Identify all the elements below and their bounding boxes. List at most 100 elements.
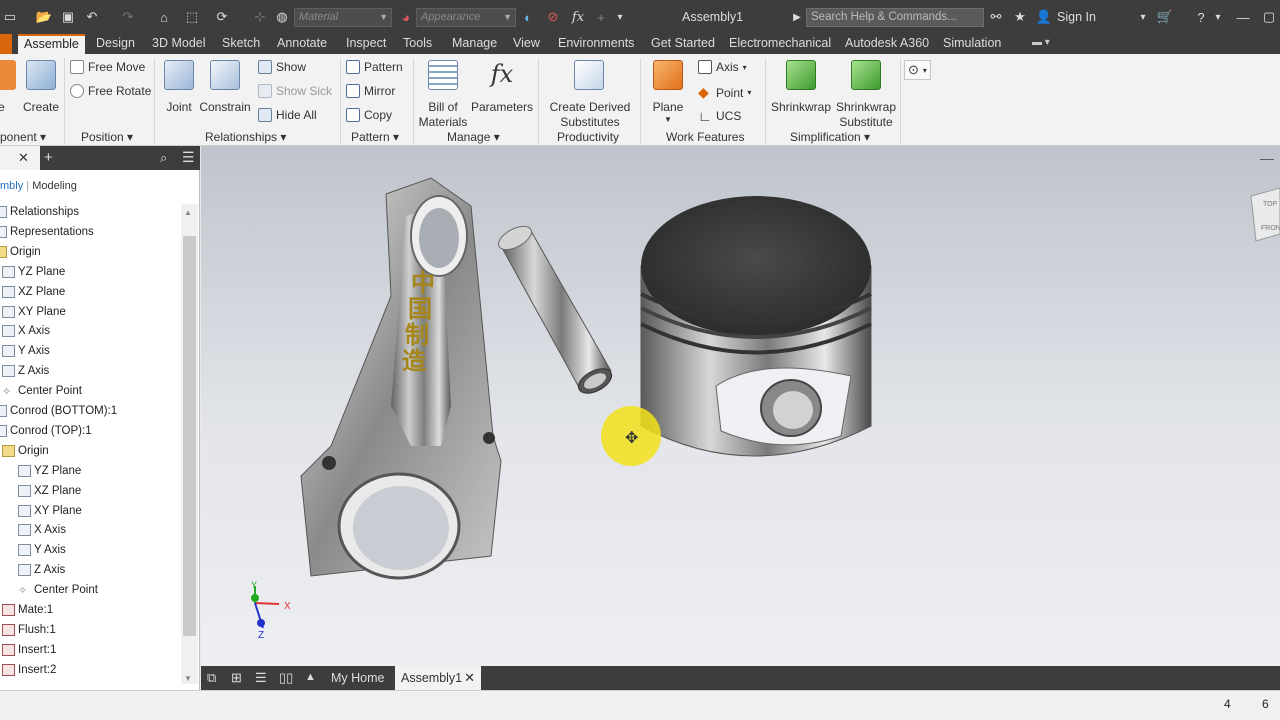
tab-view[interactable]: View — [511, 34, 542, 54]
show-sick-button[interactable]: Show Sick — [258, 84, 332, 98]
clear-icon[interactable]: ⊘ — [545, 8, 561, 26]
bill-of-materials-button[interactable]: Bill of Materials — [416, 60, 470, 129]
minimize-icon[interactable]: — — [1236, 8, 1250, 26]
chevron-down-icon[interactable]: ▾ — [1138, 8, 1148, 26]
material-globe-icon[interactable]: ◍ — [274, 8, 290, 26]
ribbon-options-icon[interactable]: ▬ ▾ — [1030, 34, 1058, 54]
tree-item[interactable]: X Axis — [18, 524, 66, 537]
mode-assembly[interactable]: mbly — [0, 180, 23, 192]
tree-item[interactable]: Z Axis — [2, 365, 49, 378]
arrange-icon[interactable]: ▲ — [305, 671, 316, 683]
open-icon[interactable]: 📂 — [36, 8, 52, 26]
hide-all-button[interactable]: Hide All — [258, 108, 317, 122]
group-relationships-label[interactable]: Relationships ▾ — [205, 130, 286, 144]
tree-item[interactable]: Relationships — [0, 206, 79, 218]
constrain-button[interactable]: Constrain — [198, 60, 252, 118]
search-icon[interactable]: ⌕ — [160, 150, 167, 166]
tree-item[interactable]: Origin — [2, 444, 49, 457]
tree-item[interactable]: YZ Plane — [18, 464, 81, 477]
create-button[interactable]: Create — [22, 60, 60, 118]
save-icon[interactable]: ▣ — [60, 8, 76, 26]
group-manage-label[interactable]: Manage ▾ — [447, 130, 500, 144]
viewport-minimize-icon[interactable]: — — [1260, 150, 1274, 166]
tree-item[interactable]: ✧ Center Point — [18, 584, 98, 597]
shrinkwrap-substitute-button[interactable]: Shrinkwrap Substitute — [834, 60, 898, 129]
mode-modeling[interactable]: Modeling — [32, 180, 77, 192]
tree-item[interactable]: XY Plane — [18, 504, 82, 517]
update-icon[interactable]: ⟳ — [214, 8, 230, 26]
user-icon[interactable]: 👤 — [1036, 8, 1052, 26]
undo-icon[interactable]: ↶ — [84, 8, 100, 26]
select-icon[interactable]: ⬚ — [184, 8, 200, 26]
tree-item[interactable]: Conrod (BOTTOM):1 — [0, 405, 117, 417]
tree-item[interactable]: Insert:1 — [2, 643, 56, 656]
scroll-up-icon[interactable]: ▲ — [184, 208, 192, 217]
tab-tools[interactable]: Tools — [401, 34, 434, 54]
mirror-button[interactable]: Mirror — [346, 84, 395, 98]
tab-simulation[interactable]: Simulation — [941, 34, 1003, 54]
close-icon[interactable]: ✕ — [464, 666, 475, 690]
group-position-label[interactable]: Position ▾ — [81, 130, 133, 144]
piston[interactable] — [640, 196, 872, 457]
show-button[interactable]: Show — [258, 60, 306, 74]
appearance-icon[interactable]: ◕ — [397, 8, 415, 26]
tile-vertical-icon[interactable]: ▯▯ — [279, 670, 293, 686]
tree-item[interactable]: YZ Plane — [2, 265, 65, 278]
signin-link[interactable]: Sign In — [1057, 10, 1096, 24]
piston-pin[interactable] — [495, 222, 616, 399]
home-icon[interactable]: ⌂ — [156, 8, 172, 26]
tree-item[interactable]: Z Axis — [18, 564, 65, 577]
view-cube[interactable]: TOP FRONT — [1250, 187, 1280, 242]
tab-assemble[interactable]: Assemble — [18, 34, 85, 54]
tree-item[interactable]: Insert:2 — [2, 663, 56, 676]
tile-horizontal-icon[interactable]: ☰ — [255, 670, 267, 686]
tree-item[interactable]: Conrod (TOP):1 — [0, 424, 92, 437]
connecting-rod[interactable] — [300, 177, 502, 580]
free-rotate-button[interactable]: Free Rotate — [70, 84, 151, 98]
tab-manage[interactable]: Manage — [450, 34, 499, 54]
redo-icon[interactable]: ↷ — [120, 8, 136, 26]
scroll-down-icon[interactable]: ▼ — [184, 674, 192, 683]
tree-item[interactable]: X Axis — [2, 325, 50, 338]
ribbon-more-dropdown[interactable]: ⊙ ▾ — [904, 60, 931, 80]
adjust-icon[interactable]: ◐ — [520, 8, 536, 26]
customize-icon[interactable]: ▾ — [614, 8, 626, 26]
cart-icon[interactable]: 🛒 — [1156, 8, 1174, 26]
tree-item[interactable]: Representations — [0, 225, 94, 238]
menu-icon[interactable]: ☰ — [182, 149, 195, 166]
tile-icon[interactable]: ⊞ — [231, 670, 242, 686]
search-input[interactable]: Search Help & Commands... — [806, 8, 984, 27]
new-icon[interactable]: ▭ — [2, 8, 18, 26]
tab-design[interactable]: Design — [94, 34, 137, 54]
point-button[interactable]: ◆ Point ▾ — [698, 84, 751, 101]
copy-button[interactable]: Copy — [346, 108, 392, 122]
tree-item[interactable]: XZ Plane — [2, 285, 65, 298]
axis-button[interactable]: Axis ▾ — [698, 60, 747, 74]
fx-icon[interactable]: fx — [570, 8, 586, 26]
tab-3d-model[interactable]: 3D Model — [150, 34, 208, 54]
tab-get-started[interactable]: Get Started — [649, 34, 717, 54]
measure-icon[interactable]: ⊹ — [252, 8, 268, 26]
maximize-icon[interactable]: ▢ — [1262, 8, 1276, 26]
tab-sketch[interactable]: Sketch — [220, 34, 262, 54]
browser-tab-model[interactable]: ✕ — [0, 146, 40, 170]
free-move-button[interactable]: Free Move — [70, 60, 145, 74]
group-pattern-label[interactable]: Pattern ▾ — [351, 130, 399, 144]
ucs-button[interactable]: ∟ UCS — [698, 108, 741, 124]
tab-environments[interactable]: Environments — [556, 34, 636, 54]
group-simplification-label[interactable]: Simplification ▾ — [790, 130, 870, 144]
scroll-thumb[interactable] — [183, 236, 196, 636]
pattern-button[interactable]: Pattern — [346, 60, 403, 74]
tab-autodesk-a360[interactable]: Autodesk A360 — [843, 34, 931, 54]
tab-inspect[interactable]: Inspect — [344, 34, 388, 54]
appearance-dropdown[interactable]: Appearance ▼ — [416, 8, 516, 27]
group-component-label[interactable]: ponent ▾ — [0, 130, 46, 144]
cascade-icon[interactable]: ⧉ — [207, 670, 216, 686]
tree-item[interactable]: XY Plane — [2, 305, 66, 318]
tree-item[interactable]: Flush:1 — [2, 623, 56, 636]
graphics-viewport[interactable]: 中国制造 ✥ X Y Z TOP FRON — — [201, 146, 1280, 666]
create-derived-substitutes-button[interactable]: Create Derived Substitutes — [544, 60, 636, 129]
tree-item[interactable]: Y Axis — [2, 345, 50, 358]
search-expand-icon[interactable]: ▶ — [792, 8, 802, 26]
binoculars-icon[interactable]: ⚯ — [988, 8, 1004, 26]
